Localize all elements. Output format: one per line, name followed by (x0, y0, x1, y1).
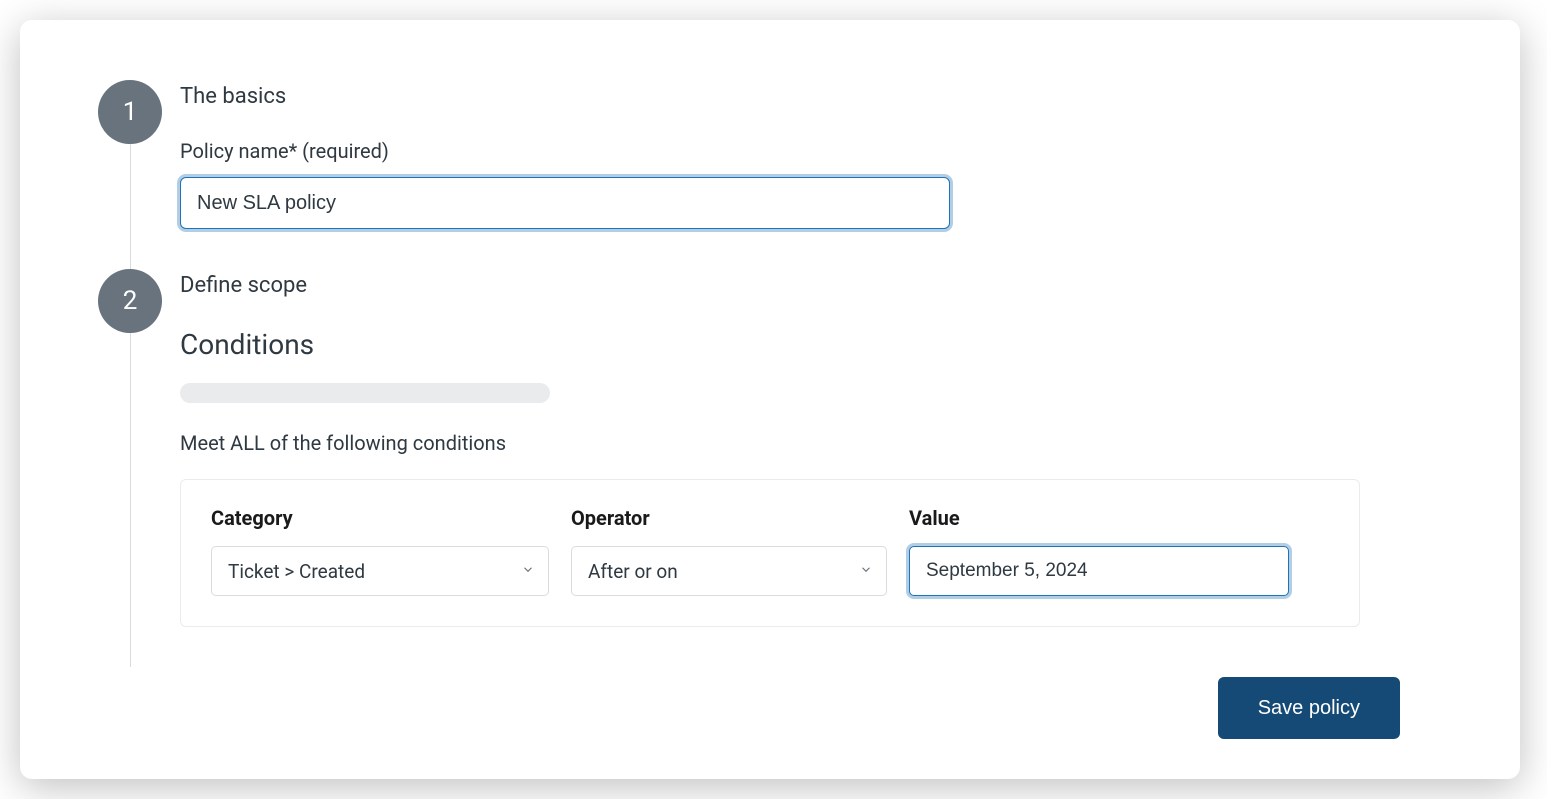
conditions-heading: Conditions (180, 328, 1460, 361)
policy-form-card: 1 The basics Policy name* (required) 2 D… (20, 20, 1520, 779)
conditions-box: Category Ticket > Created Operator After… (180, 479, 1360, 627)
category-label: Category (211, 506, 549, 530)
step-indicator-2: 2 (80, 269, 180, 667)
form-actions: Save policy (80, 677, 1460, 739)
value-input[interactable] (909, 546, 1289, 596)
condition-row: Category Ticket > Created Operator After… (211, 506, 1329, 596)
step-basics: 1 The basics Policy name* (required) (80, 80, 1460, 269)
basics-title: The basics (180, 84, 1460, 109)
category-select-value: Ticket > Created (211, 546, 549, 596)
value-label: Value (909, 506, 1289, 530)
policy-name-input[interactable] (180, 177, 950, 229)
condition-value-col: Value (909, 506, 1289, 596)
step-basics-content: The basics Policy name* (required) (180, 80, 1460, 269)
operator-select[interactable]: After or on (571, 546, 887, 596)
operator-label: Operator (571, 506, 887, 530)
save-policy-button[interactable]: Save policy (1218, 677, 1400, 739)
step-badge-2: 2 (98, 269, 162, 333)
step-connector-line (130, 333, 131, 667)
step-indicator-1: 1 (80, 80, 180, 269)
step-scope-content: Define scope Conditions Meet ALL of the … (180, 269, 1460, 667)
meet-all-label: Meet ALL of the following conditions (180, 431, 1460, 455)
placeholder-bar (180, 383, 550, 403)
step-scope: 2 Define scope Conditions Meet ALL of th… (80, 269, 1460, 667)
step-badge-1: 1 (98, 80, 162, 144)
policy-name-label: Policy name* (required) (180, 139, 1460, 163)
condition-category-col: Category Ticket > Created (211, 506, 549, 596)
operator-select-value: After or on (571, 546, 887, 596)
category-select[interactable]: Ticket > Created (211, 546, 549, 596)
condition-operator-col: Operator After or on (571, 506, 887, 596)
scope-title: Define scope (180, 273, 1460, 298)
